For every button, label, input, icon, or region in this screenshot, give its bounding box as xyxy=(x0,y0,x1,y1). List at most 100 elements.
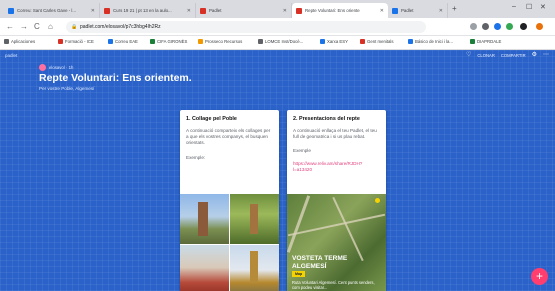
tab-favicon-icon xyxy=(104,7,110,14)
close-icon[interactable]: ✕ xyxy=(439,8,443,14)
bookmark-favicon-icon xyxy=(198,39,203,44)
bookmark-favicon-icon xyxy=(360,39,365,44)
tab-title: Correu: Sant Carles Gave - l... xyxy=(17,8,77,13)
bookmark-label: Xarxa ESY xyxy=(327,39,349,44)
post-title: 2. Presentacions del repte xyxy=(293,116,360,122)
bookmark-item[interactable]: DIAPRDALE xyxy=(470,39,501,44)
map-description: Ruta Voluntari Algemesí. Cent punts send… xyxy=(292,280,375,291)
post-card[interactable]: 2. Presentacions del repte A continuació… xyxy=(287,110,386,291)
browser-tab[interactable]: Padlet ✕ xyxy=(388,3,448,18)
maximize-button[interactable]: ☐ xyxy=(526,3,532,11)
more-icon[interactable]: ⋯ xyxy=(543,52,549,58)
gear-icon[interactable]: ⚙ xyxy=(532,52,537,58)
bookmark-favicon-icon xyxy=(470,39,475,44)
extension-icon[interactable] xyxy=(520,23,527,30)
bookmark-label: Prosseco Recursos xyxy=(205,39,243,44)
bookmark-label: Aplicaciones xyxy=(11,39,36,44)
board-description: Per vostre Poble, Algemesí xyxy=(39,86,95,91)
apps-icon xyxy=(4,39,9,44)
close-icon[interactable]: ✕ xyxy=(283,8,287,14)
padlet-board: padlet ♡ CLONAR COMPARTIR ⚙ ⋯ elosavol ·… xyxy=(0,50,555,291)
page-title: Repte Voluntari: Ens orientem. xyxy=(39,72,192,84)
bookmark-favicon-icon xyxy=(320,39,325,44)
bookmark-label: Formació - ICE xyxy=(65,39,94,44)
collage-photo xyxy=(230,245,279,291)
bookmark-favicon-icon xyxy=(58,39,63,44)
tab-favicon-icon xyxy=(8,7,14,14)
map-pin-icon xyxy=(375,198,380,203)
url-input[interactable]: 🔒 padlet.com/elosavol/p7c3hbg4Ih2Rz xyxy=(66,21,426,33)
map-road xyxy=(287,195,311,253)
photo-collage[interactable] xyxy=(180,194,279,291)
post-card[interactable]: 1. Collage pel Poble A continuació compa… xyxy=(180,110,279,291)
avatar xyxy=(39,64,46,71)
bookmark-label: Básico de Inici i la... xyxy=(415,39,453,44)
home-button[interactable]: ⌂ xyxy=(48,22,53,32)
tab-favicon-icon xyxy=(296,7,302,14)
bookmark-item[interactable]: Prosseco Recursos xyxy=(198,39,242,44)
tab-title: Repte Voluntari: Ens oriente xyxy=(305,8,360,13)
extension-icon[interactable] xyxy=(494,23,501,30)
bookmark-item[interactable]: LOMCE Inst/Docè... xyxy=(258,39,303,44)
forward-button[interactable]: → xyxy=(20,22,28,32)
bookmark-item[interactable]: Xarxa ESY xyxy=(320,39,348,44)
window-close-button[interactable]: ✕ xyxy=(540,3,546,11)
add-post-button[interactable]: + xyxy=(531,268,548,285)
tab-title: Padlet xyxy=(209,8,222,13)
collage-photo xyxy=(180,194,229,244)
new-tab-button[interactable]: + xyxy=(452,5,457,13)
close-icon[interactable]: ✕ xyxy=(91,8,95,14)
extension-icon[interactable] xyxy=(482,23,489,30)
tab-title: Curs 19 21 | pt 13 en la aulo... xyxy=(113,8,172,13)
extension-icon[interactable] xyxy=(470,23,477,30)
browser-tab[interactable]: Padlet ✕ xyxy=(196,3,292,18)
browser-tabstrip: Correu: Sant Carles Gave - l... ✕ Curs 1… xyxy=(0,0,555,18)
post-body: A continuació comparteix els collages pe… xyxy=(186,128,271,146)
heart-icon[interactable]: ♡ xyxy=(466,52,471,58)
bookmark-favicon-icon xyxy=(258,39,263,44)
bookmark-item[interactable]: CIFA GIRONÈS xyxy=(150,39,187,44)
author-name: elosavol · 1h xyxy=(49,65,74,70)
close-icon[interactable]: ✕ xyxy=(380,8,384,14)
url-text: padlet.com/elosavol/p7c3hbg4Ih2Rz xyxy=(80,24,161,30)
bookmark-favicon-icon xyxy=(408,39,413,44)
minimize-button[interactable]: – xyxy=(512,3,516,10)
share-button[interactable]: COMPARTIR xyxy=(501,53,526,58)
padlet-logo[interactable]: padlet xyxy=(5,53,17,58)
address-bar-row: ← → C ⌂ 🔒 padlet.com/elosavol/p7c3hbg4Ih… xyxy=(0,18,555,36)
tab-title: Padlet xyxy=(401,8,414,13)
profile-avatar[interactable] xyxy=(536,23,543,30)
bookmark-item[interactable]: Básico de Inici i la... xyxy=(408,39,453,44)
bookmark-item[interactable]: Formació - ICE xyxy=(58,39,94,44)
post-example-label: Exemple xyxy=(293,148,311,154)
close-icon[interactable]: ✕ xyxy=(187,8,191,14)
collage-photo xyxy=(180,245,229,291)
post-title: 1. Collage pel Poble xyxy=(186,116,237,122)
bookmark-item[interactable]: Aplicaciones xyxy=(4,39,35,44)
bookmarks-bar: Aplicaciones Formació - ICE Correu EAE C… xyxy=(0,36,555,50)
bookmark-favicon-icon xyxy=(150,39,155,44)
map-road xyxy=(332,196,364,262)
bookmark-item[interactable]: Correu EAE xyxy=(108,39,138,44)
tab-favicon-icon xyxy=(200,7,206,14)
tab-favicon-icon xyxy=(392,7,398,14)
map-title: VOSTETA TERME ALGEMESÍ xyxy=(292,255,348,270)
bookmark-label: DIAPRDALE xyxy=(477,39,502,44)
tower-shape xyxy=(250,251,258,283)
extension-icon[interactable] xyxy=(506,23,513,30)
bookmark-item[interactable]: Gent menitals xyxy=(360,39,394,44)
post-example-label: Exemple: xyxy=(186,154,206,160)
back-button[interactable]: ← xyxy=(6,22,14,32)
bookmark-label: Correu EAE xyxy=(115,39,138,44)
reload-button[interactable]: C xyxy=(34,22,40,32)
browser-tab-active[interactable]: Repte Voluntari: Ens oriente ✕ xyxy=(292,3,388,18)
padlet-toolbar: ♡ CLONAR COMPARTIR ⚙ ⋯ xyxy=(466,52,549,58)
map-tag: Map xyxy=(292,271,306,277)
board-author: elosavol · 1h xyxy=(39,64,73,71)
post-link[interactable]: https://www.reliv.am/share/RJDH?l=a13420 xyxy=(287,153,386,173)
map-preview[interactable]: VOSTETA TERME ALGEMESÍ Map Ruta Voluntar… xyxy=(287,194,386,291)
browser-tab[interactable]: Curs 19 21 | pt 13 en la aulo... ✕ xyxy=(100,3,196,18)
browser-tab[interactable]: Correu: Sant Carles Gave - l... ✕ xyxy=(4,3,100,18)
bookmark-label: LOMCE Inst/Docè... xyxy=(265,39,304,44)
clone-button[interactable]: CLONAR xyxy=(477,53,494,58)
